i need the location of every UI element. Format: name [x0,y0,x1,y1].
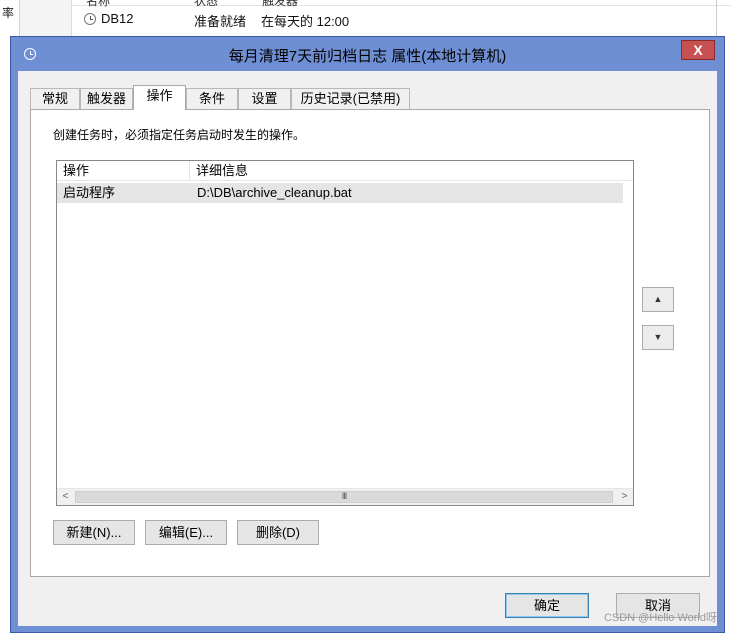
tab-settings[interactable]: 设置 [238,88,291,109]
row-action: 启动程序 [63,185,116,200]
watermark: CSDN @Hello World呀 [603,612,717,624]
task-properties-dialog: 每月清理7天前归档日志 属性(本地计算机) X 常规 触发器 操作 条件 设置 … [10,36,725,633]
task-trigger: 在每天的 12:00 [261,14,350,29]
header-name[interactable]: 名称 [86,0,110,9]
header-status[interactable]: 状态 [194,0,218,9]
dialog-title: 每月清理7天前归档日志 属性(本地计算机) [228,48,507,65]
column-divider [716,0,717,40]
clock-icon [84,11,96,26]
tab-general[interactable]: 常规 [30,88,80,109]
scroll-right-arrow-icon[interactable]: > [616,489,633,506]
tab-actions[interactable]: 操作 [133,85,186,110]
actions-list[interactable]: 操作 详细信息 启动程序 D:\DB\archive_cleanup.bat <… [56,160,634,506]
column-header-action[interactable]: 操作 [57,161,190,181]
column-header-details[interactable]: 详细信息 [190,161,634,181]
task-list: 名称 状态 触发器 DB12 准备就绪 在每天的 12:00 [72,0,731,40]
horizontal-scrollbar[interactable]: < III > [57,488,633,505]
move-down-button[interactable]: ▼ [642,325,674,350]
move-up-button[interactable]: ▲ [642,287,674,312]
scrollbar-thumb[interactable]: III [75,491,613,503]
left-pane-fragment: 率 [2,6,15,20]
header-trigger[interactable]: 触发器 [262,0,298,9]
ok-button[interactable]: 确定 [505,593,589,618]
row-details: D:\DB\archive_cleanup.bat [197,185,352,200]
delete-action-button[interactable]: 删除(D) [237,520,319,545]
task-row[interactable]: DB12 准备就绪 在每天的 12:00 [72,9,731,29]
tab-triggers[interactable]: 触发器 [80,88,133,109]
close-button[interactable]: X [681,40,715,60]
table-row[interactable]: 启动程序 D:\DB\archive_cleanup.bat [57,183,623,203]
instruction-text: 创建任务时，必须指定任务启动时发生的操作。 [53,128,306,142]
scroll-left-arrow-icon[interactable]: < [57,489,74,506]
dialog-client-area: 常规 触发器 操作 条件 设置 历史记录(已禁用) 创建任务时，必须指定任务启动… [18,71,717,626]
tab-conditions[interactable]: 条件 [186,88,238,109]
task-list-header: 名称 状态 触发器 [72,0,731,9]
tab-history[interactable]: 历史记录(已禁用) [291,88,410,109]
dialog-titlebar[interactable]: 每月清理7天前归档日志 属性(本地计算机) X [11,37,724,71]
task-name: DB12 [101,11,134,26]
task-status: 准备就绪 [194,14,247,29]
actions-list-header: 操作 详细信息 [57,161,633,181]
edit-action-button[interactable]: 编辑(E)... [145,520,227,545]
actions-tab-panel: 创建任务时，必须指定任务启动时发生的操作。 操作 详细信息 启动程序 D:\DB… [30,109,710,577]
new-action-button[interactable]: 新建(N)... [53,520,135,545]
